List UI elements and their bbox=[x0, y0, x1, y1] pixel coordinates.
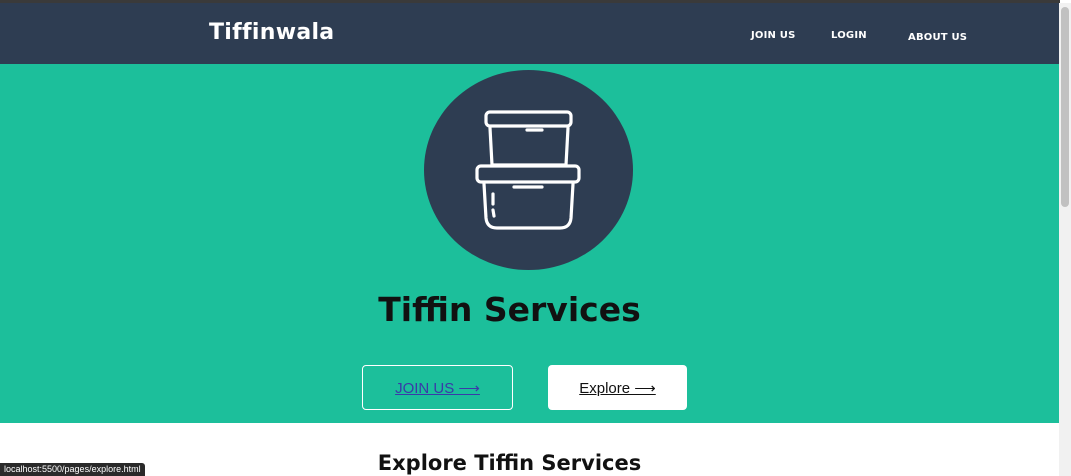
hero-section: Tiffin Services JOIN US ⟶ Explore ⟶ bbox=[0, 64, 1059, 423]
tiffin-box-icon bbox=[475, 110, 581, 230]
explore-button[interactable]: Explore ⟶ bbox=[548, 365, 687, 410]
section-title: Explore Tiffin Services bbox=[377, 451, 642, 475]
status-bar-url: localhost:5500/pages/explore.html bbox=[0, 463, 145, 476]
hero-title: Tiffin Services bbox=[378, 290, 641, 329]
nav-join-us-link[interactable]: JOIN US bbox=[751, 30, 796, 41]
scrollbar-thumb[interactable] bbox=[1061, 7, 1069, 207]
nav-login-link[interactable]: LOGIN bbox=[831, 30, 867, 41]
join-us-button[interactable]: JOIN US ⟶ bbox=[362, 365, 513, 410]
nav-about-us-link[interactable]: ABOUT US bbox=[908, 32, 967, 43]
navbar: Tiffinwala JOIN US LOGIN ABOUT US bbox=[0, 3, 1059, 64]
brand-logo[interactable]: Tiffinwala bbox=[209, 20, 334, 45]
hero-icon-circle bbox=[424, 70, 633, 270]
vertical-scrollbar[interactable] bbox=[1059, 3, 1071, 476]
